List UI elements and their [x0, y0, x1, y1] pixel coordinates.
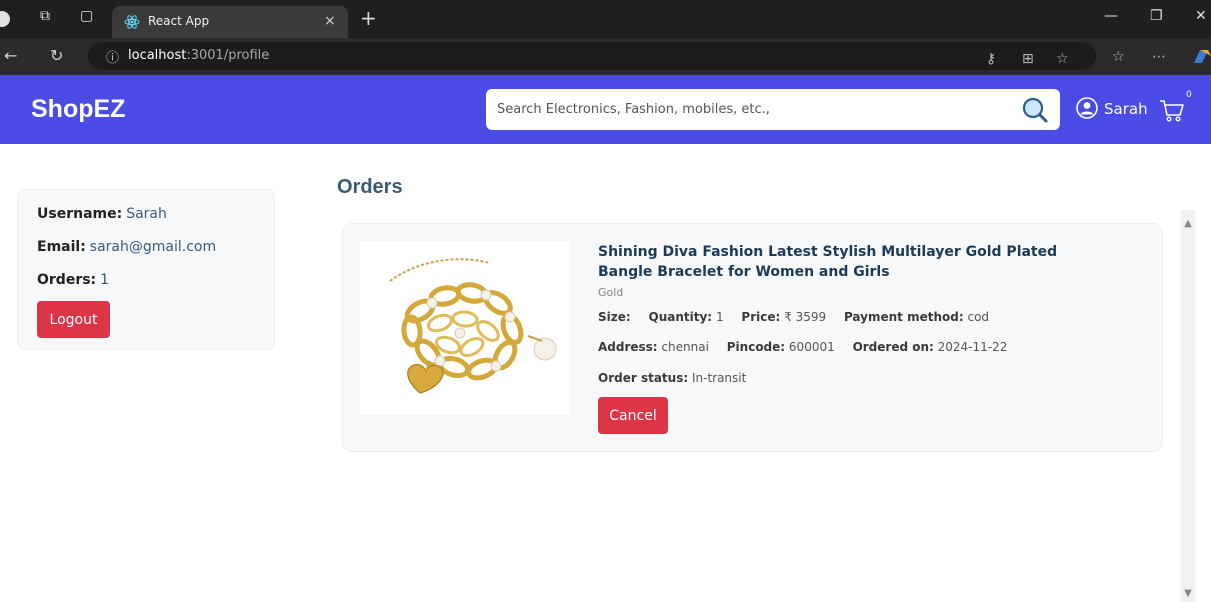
new-tab-button[interactable]: + — [360, 6, 377, 30]
order-status-row: Order status: In-transit — [598, 371, 746, 385]
close-window-icon[interactable]: ✕ — [1195, 8, 1207, 24]
close-tab-icon[interactable]: × — [324, 13, 336, 29]
restore-icon[interactable]: ❐ — [1150, 8, 1163, 24]
quantity-value: 1 — [715, 310, 724, 324]
username-label: Username: — [37, 206, 123, 222]
search-bar — [486, 89, 1060, 130]
order-card: Shining Diva Fashion Latest Stylish Mult… — [342, 223, 1163, 452]
password-icon[interactable]: ⚷ — [986, 51, 996, 67]
username-value: Sarah — [126, 206, 167, 222]
order-image — [360, 241, 570, 415]
email-value: sarah@gmail.com — [89, 239, 217, 255]
reader-view-icon[interactable]: ⊞ — [1022, 51, 1034, 67]
favorite-star-icon[interactable]: ☆ — [1056, 51, 1069, 67]
cart-count-badge: 0 — [1186, 90, 1192, 100]
tab-actions-icon[interactable]: ▢ — [80, 8, 93, 24]
status-label: Order status: — [598, 371, 689, 385]
profile-icon[interactable] — [0, 10, 12, 28]
search-icon[interactable] — [1021, 96, 1049, 124]
workspaces-icon[interactable]: ⧉ — [40, 8, 50, 24]
status-value: In-transit — [691, 371, 747, 385]
search-input[interactable] — [486, 89, 1016, 130]
orders-title: Orders — [337, 176, 403, 198]
browser-tab[interactable]: React App × — [112, 6, 348, 38]
quantity-label: Quantity: — [648, 310, 713, 324]
refresh-icon[interactable]: ↻ — [50, 46, 63, 65]
url-bar[interactable]: ⓘ localhost:3001/profile ⚷ ⊞ ☆ — [88, 42, 1096, 70]
price-label: Price: — [741, 310, 781, 324]
brand-logo[interactable]: ShopEZ — [31, 95, 125, 124]
gold-bracelet-image — [389, 258, 557, 394]
url-text: localhost:3001/profile — [128, 48, 270, 63]
scroll-up-arrow-icon[interactable]: ▲ — [1181, 218, 1195, 229]
cancel-order-button[interactable]: Cancel — [598, 397, 668, 434]
more-icon[interactable]: ⋯ — [1152, 49, 1166, 65]
browser-addressbar: ← ↻ ⓘ localhost:3001/profile ⚷ ⊞ ☆ ☆ ⋯ — [0, 38, 1211, 75]
profile-orders-row: Orders: 1 — [37, 272, 109, 288]
logout-button[interactable]: Logout — [37, 301, 110, 338]
orders-label: Orders: — [37, 272, 97, 288]
payment-label: Payment method: — [843, 310, 964, 324]
minimize-icon[interactable]: — — [1104, 8, 1118, 24]
address-label: Address: — [598, 340, 658, 354]
site-info-icon[interactable]: ⓘ — [106, 47, 119, 66]
order-product-description: Gold — [598, 286, 624, 299]
cart-icon[interactable] — [1158, 97, 1186, 125]
profile-email-row: Email: sarah@gmail.com — [37, 239, 216, 255]
size-label: Size: — [598, 310, 631, 324]
react-icon — [124, 15, 140, 29]
order-product-title: Shining Diva Fashion Latest Stylish Mult… — [598, 244, 1058, 280]
favorites-icon[interactable]: ☆ — [1112, 49, 1125, 65]
user-circle-icon — [1076, 97, 1098, 119]
browser-tabbar: ⧉ ▢ React App × + — ❐ ✕ — [0, 0, 1211, 38]
copilot-icon[interactable] — [1190, 47, 1211, 66]
orders-count: 1 — [100, 272, 110, 288]
app-header: ShopEZ Sarah 0 — [0, 75, 1211, 144]
scroll-down-arrow-icon[interactable]: ▼ — [1181, 588, 1195, 599]
price-value: ₹ 3599 — [784, 310, 827, 324]
order-address-row: Address: chennai Pincode: 600001 Ordered… — [598, 340, 1007, 354]
address-value: chennai — [661, 340, 709, 354]
profile-card: Username: Sarah Email: sarah@gmail.com Ord… — [17, 189, 275, 350]
ordered-on-label: Ordered on: — [852, 340, 934, 354]
ordered-on-value: 2024-11-22 — [937, 340, 1008, 354]
payment-value: cod — [967, 310, 990, 324]
orders-scrollbar[interactable]: ▲ ▼ — [1181, 210, 1195, 602]
pincode-label: Pincode: — [726, 340, 786, 354]
tab-title: React App — [148, 14, 210, 28]
user-name: Sarah — [1104, 100, 1148, 118]
order-details-row: Size: Quantity: 1 Price: ₹ 3599 Payment … — [598, 310, 989, 324]
email-label: Email: — [37, 239, 86, 255]
profile-username-row: Username: Sarah — [37, 206, 167, 222]
pincode-value: 600001 — [788, 340, 835, 354]
back-icon[interactable]: ← — [4, 46, 17, 65]
